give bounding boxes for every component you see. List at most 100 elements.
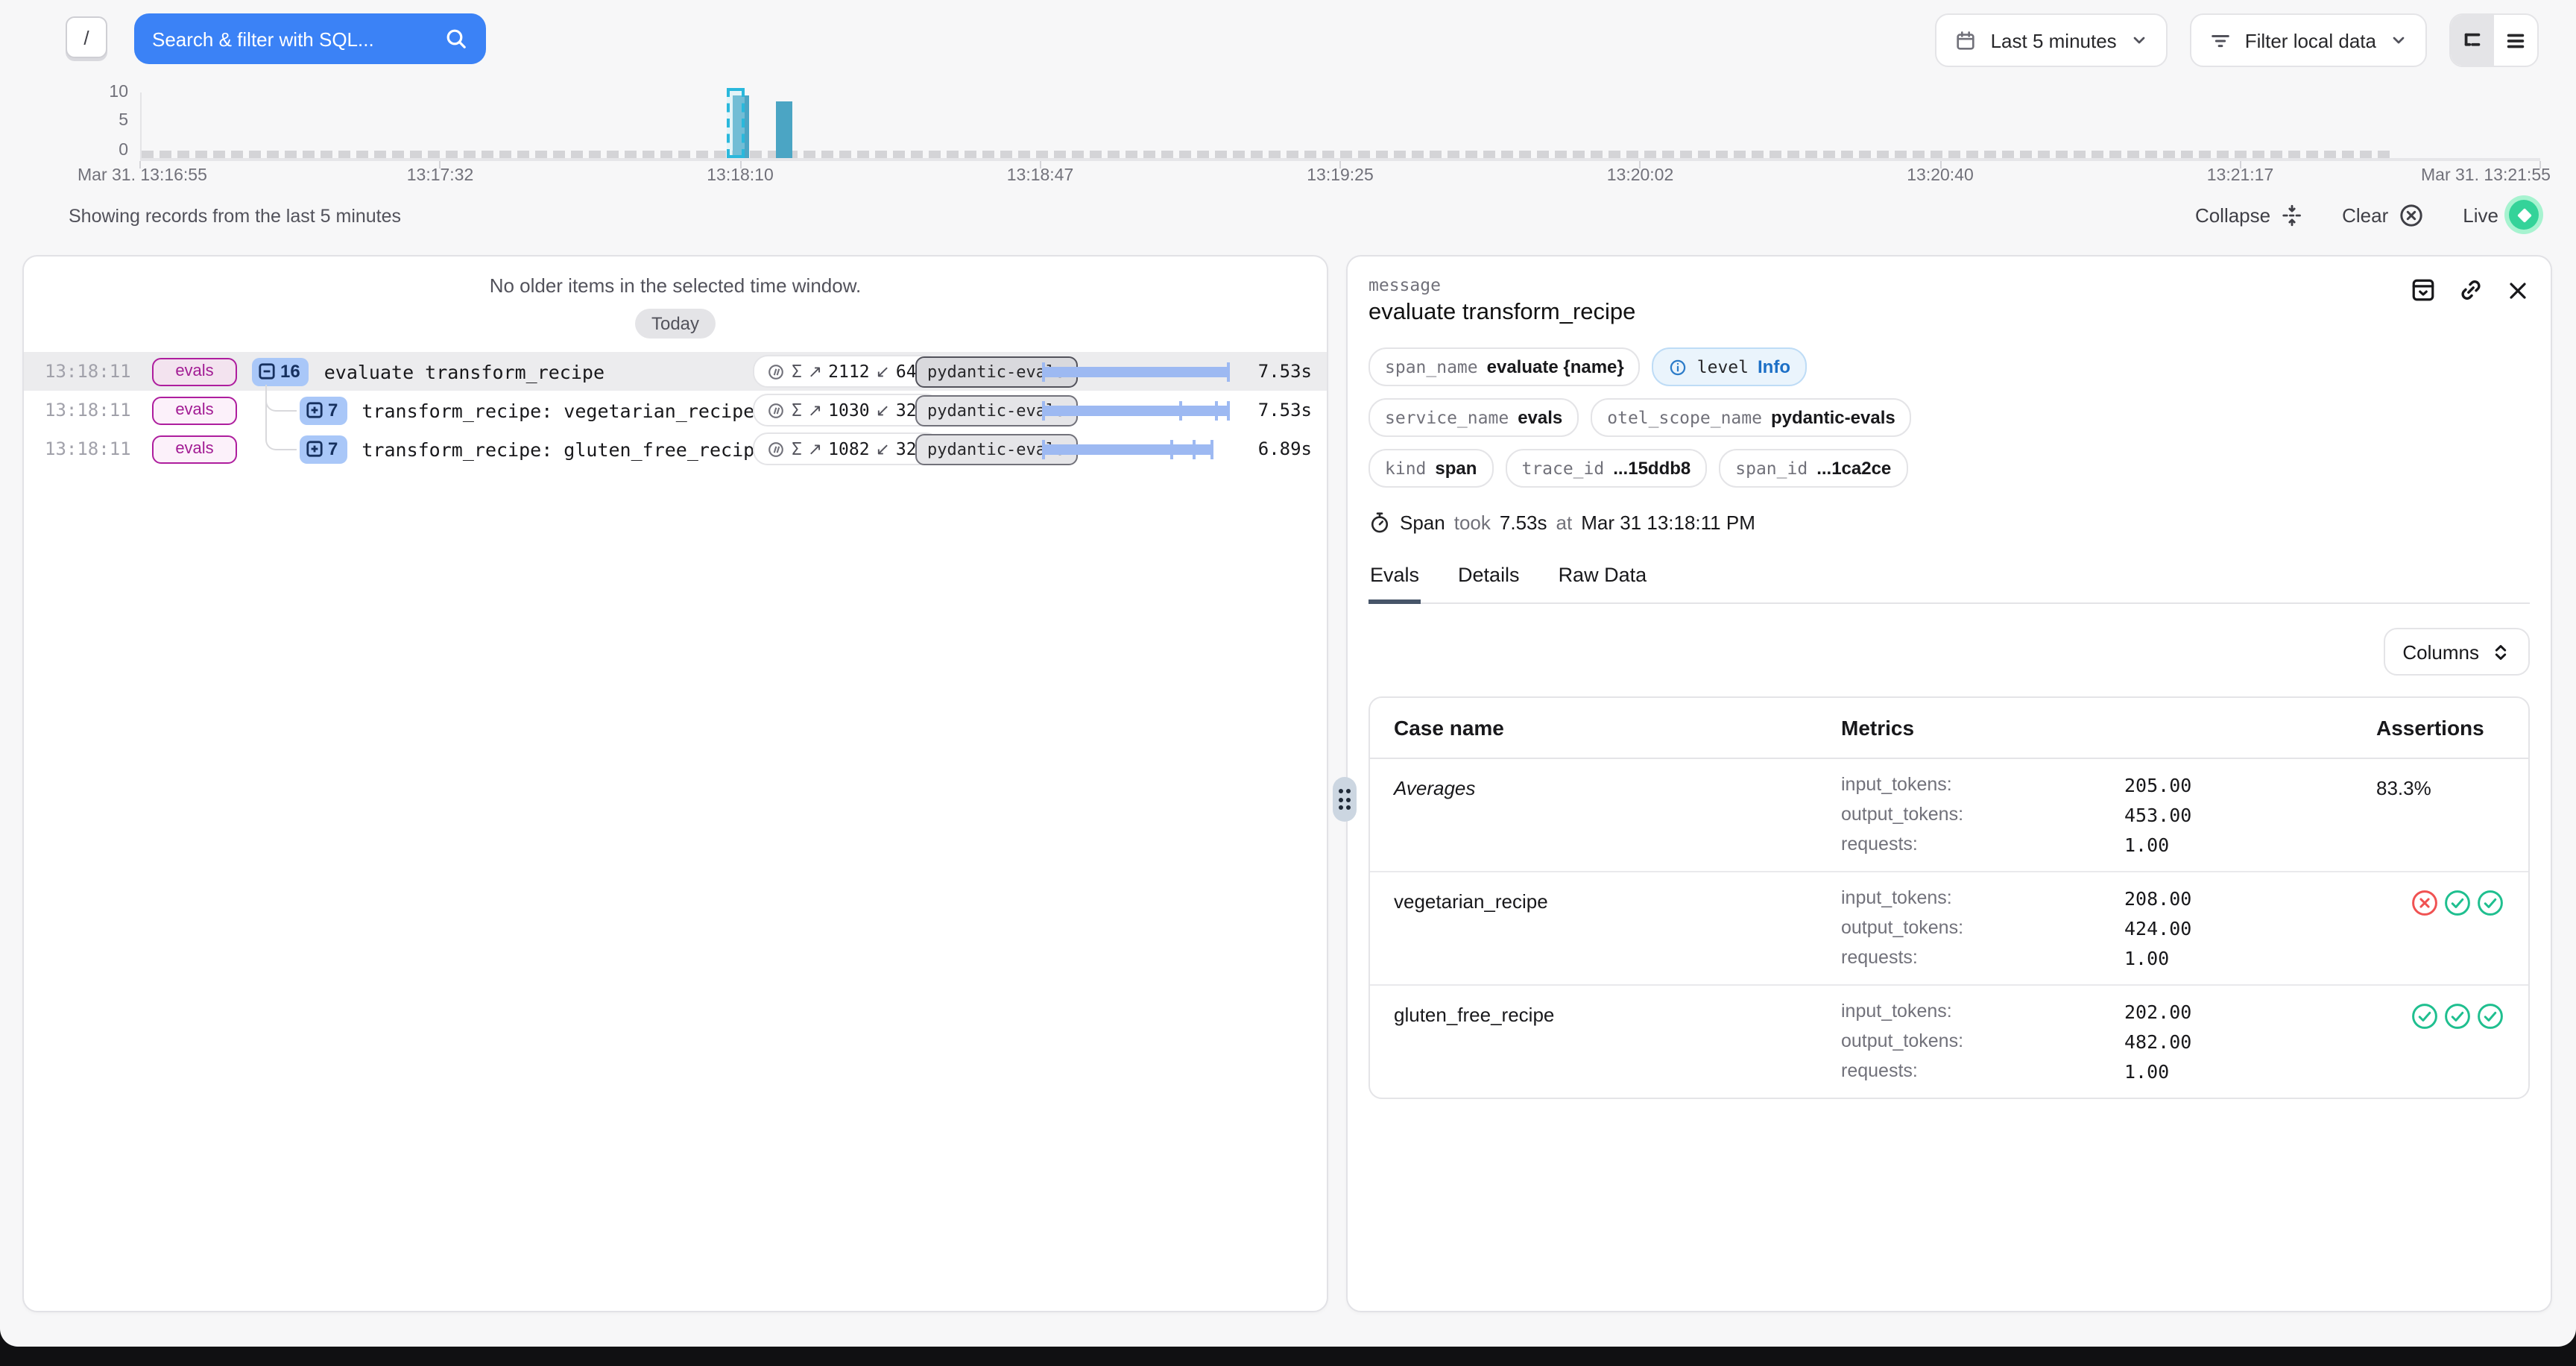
token-coin-icon	[766, 362, 786, 381]
list-view-toggle[interactable]	[2494, 15, 2537, 66]
expand-children-chip[interactable]: 7	[300, 396, 347, 424]
col-header-assertions: Assertions	[2376, 716, 2504, 740]
tag-value: span	[1435, 458, 1477, 479]
columns-button[interactable]: Columns	[2383, 628, 2530, 676]
service-badge[interactable]: evals	[152, 435, 237, 463]
x-tick-label: 13:20:02	[1607, 167, 1674, 185]
y-tick-label: 0	[0, 142, 128, 160]
metrics-cell: input_tokens:208.00 output_tokens:424.00…	[1841, 887, 2376, 969]
case-name: gluten_free_recipe	[1394, 1001, 1841, 1083]
filter-label: Filter local data	[2245, 29, 2376, 51]
no-older-items-notice: No older items in the selected time wind…	[24, 274, 1327, 297]
detail-title: evaluate transform_recipe	[1368, 300, 2530, 327]
metric-value: 1.00	[2124, 947, 2376, 969]
span-name-tag[interactable]: span_name evaluate {name}	[1368, 347, 1641, 386]
today-chip[interactable]: Today	[635, 309, 716, 339]
arrow-down-left-icon: ↙	[876, 438, 890, 459]
tab-raw-data[interactable]: Raw Data	[1557, 564, 1649, 604]
tab-details[interactable]: Details	[1456, 564, 1521, 604]
evals-table-row[interactable]: Averages input_tokens:205.00 output_toke…	[1370, 759, 2528, 872]
up-token-count: 1082	[828, 438, 869, 459]
minus-square-icon	[258, 362, 276, 380]
span-message: transform_recipe: gluten_free_recipe	[362, 438, 765, 460]
assertion-pass-icon[interactable]	[2476, 889, 2504, 917]
histogram-selection-overlay	[727, 88, 745, 158]
assertions-percentage: 83.3%	[2376, 774, 2504, 856]
assertion-pass-icon[interactable]	[2443, 889, 2472, 917]
token-metrics-pill: Σ ↗2112 ↙648	[753, 355, 940, 388]
assertion-fail-icon[interactable]	[2411, 889, 2439, 917]
x-tick-label: 13:19:25	[1307, 167, 1374, 185]
close-icon[interactable]	[2506, 278, 2530, 302]
no-data-baseline	[142, 151, 2396, 158]
span-id-tag[interactable]: span_id ...1ca2ce	[1719, 449, 1907, 488]
histogram-plot-area[interactable]	[140, 92, 2540, 161]
evals-table-row[interactable]: vegetarian_recipe input_tokens:208.00 ou…	[1370, 872, 2528, 986]
service-name-tag[interactable]: service_name evals	[1368, 398, 1579, 437]
service-badge[interactable]: evals	[152, 396, 237, 424]
metric-value: 1.00	[2124, 834, 2376, 856]
assertion-pass-icon[interactable]	[2443, 1002, 2472, 1030]
arrow-down-left-icon: ↙	[876, 361, 890, 382]
filter-local-data-dropdown[interactable]: Filter local data	[2190, 13, 2427, 67]
service-badge[interactable]: evals	[152, 357, 237, 385]
clear-button[interactable]: Clear	[2342, 202, 2424, 227]
metric-value: 1.00	[2124, 1060, 2376, 1083]
metric-value: 208.00	[2124, 887, 2376, 910]
x-tick-label: 13:18:10	[707, 167, 774, 185]
time-range-dropdown[interactable]: Last 5 minutes	[1936, 13, 2168, 67]
trace-id-tag[interactable]: trace_id ...15ddb8	[1505, 449, 1707, 488]
chevron-down-icon	[2390, 31, 2408, 49]
trace-row[interactable]: 13:18:11 evals 7 transform_recipe: veget…	[24, 391, 1327, 429]
columns-button-label: Columns	[2402, 640, 2479, 663]
slash-shortcut-key: /	[66, 16, 107, 58]
duration-text: 7.53s	[1205, 400, 1312, 421]
trace-row[interactable]: 13:18:11 evals 16 evaluate transform_rec…	[24, 352, 1327, 391]
level-tag[interactable]: level Info	[1652, 347, 1807, 386]
histogram-bar[interactable]	[776, 101, 792, 158]
collapse-button[interactable]: Collapse	[2195, 204, 2303, 226]
col-header-case-name: Case name	[1394, 716, 1841, 740]
token-metrics-pill: Σ ↗1082 ↙325	[753, 432, 940, 465]
col-header-metrics: Metrics	[1841, 716, 2376, 740]
trace-time: 13:18:11	[45, 438, 131, 459]
collapse-button-label: Collapse	[2195, 204, 2270, 226]
search-button[interactable]: Search & filter with SQL...	[134, 13, 486, 64]
live-toggle[interactable]: Live	[2463, 200, 2539, 230]
metric-label: output_tokens:	[1841, 1030, 2124, 1053]
x-tick-label: 13:17:32	[407, 167, 474, 185]
sigma-icon: Σ	[792, 361, 802, 382]
arrow-up-right-icon: ↗	[808, 361, 822, 382]
panel-resize-handle[interactable]	[1333, 777, 1357, 822]
metric-value: 202.00	[2124, 1001, 2376, 1023]
tag-key: span_id	[1735, 458, 1808, 479]
collapse-children-chip[interactable]: 16	[252, 357, 309, 385]
list-view-icon	[2504, 29, 2527, 51]
view-mode-toggle	[2449, 13, 2539, 67]
tree-view-icon	[2461, 29, 2484, 51]
x-tick-label: 13:18:47	[1007, 167, 1074, 185]
assertion-pass-icon[interactable]	[2476, 1002, 2504, 1030]
assertion-pass-icon[interactable]	[2411, 1002, 2439, 1030]
collapse-icon	[2281, 204, 2303, 226]
clear-button-label: Clear	[2342, 204, 2388, 226]
tree-view-toggle[interactable]	[2451, 15, 2494, 66]
expand-children-chip[interactable]: 7	[300, 435, 347, 463]
copy-link-icon[interactable]	[2458, 277, 2484, 303]
evals-table-row[interactable]: gluten_free_recipe input_tokens:202.00 o…	[1370, 986, 2528, 1098]
shortcut-key-label: /	[83, 26, 89, 48]
evals-table: Case name Metrics Assertions Averages in…	[1368, 696, 2530, 1099]
metric-label: requests:	[1841, 947, 2124, 969]
metric-label: output_tokens:	[1841, 917, 2124, 939]
metric-label: output_tokens:	[1841, 804, 2124, 826]
tab-evals[interactable]: Evals	[1368, 564, 1421, 604]
dock-panel-icon[interactable]	[2411, 277, 2436, 303]
evals-table-header: Case name Metrics Assertions	[1370, 698, 2528, 759]
otel-scope-name-tag[interactable]: otel_scope_name pydantic-evals	[1591, 398, 1911, 437]
tag-value: ...1ca2ce	[1816, 458, 1891, 479]
span-message: evaluate transform_recipe	[324, 360, 604, 383]
trace-row[interactable]: 13:18:11 evals 7 transform_recipe: glute…	[24, 429, 1327, 468]
histogram-bar[interactable]	[733, 95, 750, 158]
kind-tag[interactable]: kind span	[1368, 449, 1493, 488]
tree-connector	[265, 385, 297, 450]
